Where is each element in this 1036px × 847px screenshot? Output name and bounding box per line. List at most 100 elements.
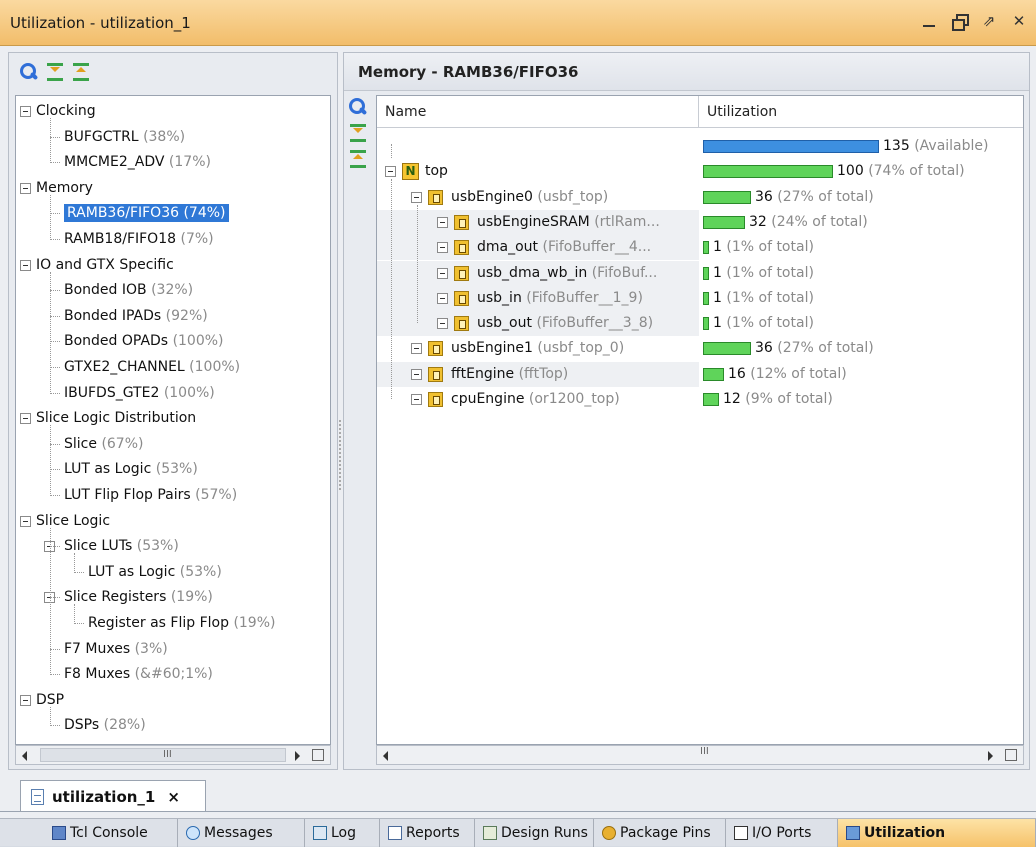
utilization-value: 36: [755, 340, 773, 357]
utilization-value: 12: [723, 391, 741, 407]
tree-item[interactable]: Bonded IPADs (92%): [64, 304, 208, 329]
tree-item[interactable]: Bonded OPADs (100%): [64, 329, 224, 354]
expand-toggle-icon[interactable]: [411, 343, 422, 355]
name-cell: usb_in (FifoBuffer__1_9): [377, 285, 699, 311]
scroll-right-arrow-icon[interactable]: [295, 751, 300, 761]
collapse-toggle-icon[interactable]: [20, 413, 31, 425]
tab-package-pins[interactable]: Package Pins: [594, 819, 726, 847]
collapse-toggle-icon[interactable]: [20, 182, 31, 194]
expand-toggle-icon[interactable]: [411, 191, 422, 203]
collapse-toggle-icon[interactable]: [20, 515, 31, 527]
corner-box-icon[interactable]: [1005, 749, 1017, 761]
tree-item[interactable]: Clocking: [36, 99, 96, 124]
tab-utilization[interactable]: Utilization: [838, 819, 1036, 847]
tree-item[interactable]: F7 Muxes (3%): [64, 637, 168, 662]
close-tab-icon[interactable]: ×: [167, 788, 180, 806]
table-row[interactable]: usb_out (FifoBuffer__3_8) 1 (1% of total): [377, 311, 1023, 337]
collapse-toggle-icon[interactable]: [20, 694, 31, 706]
right-horizontal-scrollbar[interactable]: III: [376, 745, 1024, 765]
expand-toggle-icon[interactable]: [411, 368, 422, 380]
tree-item[interactable]: RAMB36/FIFO36 (74%): [64, 201, 229, 226]
tree-item[interactable]: DSPs (28%): [64, 713, 146, 738]
top-module-icon: N: [402, 163, 419, 181]
tree-item[interactable]: LUT as Logic (53%): [64, 457, 198, 482]
tree-item[interactable]: Slice (67%): [64, 432, 143, 457]
corner-box-icon[interactable]: [312, 749, 324, 761]
expand-toggle-icon[interactable]: [411, 394, 422, 405]
restore-icon[interactable]: [950, 12, 969, 31]
name-cell: usb_out (FifoBuffer__3_8): [377, 311, 699, 337]
tree-connector: [50, 271, 51, 394]
tree-item[interactable]: BUFGCTRL (38%): [64, 125, 185, 150]
tree-item[interactable]: Bonded IOB (32%): [64, 278, 193, 303]
utilization-detail: (74% of total): [868, 163, 965, 180]
float-icon[interactable]: ⇗: [980, 12, 998, 30]
tab-design-runs[interactable]: Design Runs: [475, 819, 594, 847]
tree-item[interactable]: Slice Logic: [36, 509, 110, 534]
tree-connector: [74, 553, 75, 573]
tree-item[interactable]: IBUFDS_GTE2 (100%): [64, 381, 215, 406]
minimize-icon[interactable]: [920, 12, 938, 30]
tree-item[interactable]: LUT as Logic (53%): [88, 560, 222, 585]
tree-item[interactable]: Slice Logic Distribution: [36, 406, 196, 431]
column-header-utilization[interactable]: Utilization: [699, 96, 1023, 128]
tab-io-ports[interactable]: I/O Ports: [726, 819, 838, 847]
expand-toggle-icon[interactable]: [437, 318, 448, 330]
expand-toggle-icon[interactable]: [437, 216, 448, 228]
collapse-toggle-icon[interactable]: [20, 259, 31, 271]
utilization-detail: (1% of total): [726, 315, 814, 332]
table-row[interactable]: usbEngine0 (usbf_top) 36 (27% of total): [377, 185, 1023, 210]
table-row[interactable]: 135 (Available): [377, 134, 1023, 159]
table-row[interactable]: fftEngine (fftTop) 16 (12% of total): [377, 361, 1023, 387]
table-row[interactable]: usb_in (FifoBuffer__1_9) 1 (1% of total): [377, 285, 1023, 311]
table-row[interactable]: usbEngineSRAM (rtlRam... 32 (24% of total…: [377, 209, 1023, 235]
scroll-right-arrow-icon[interactable]: [988, 751, 993, 761]
scroll-thumb[interactable]: III: [40, 748, 286, 762]
module-icon: [454, 316, 469, 332]
tree-item[interactable]: LUT Flip Flop Pairs (57%): [64, 483, 237, 508]
tab-messages[interactable]: Messages: [178, 819, 305, 847]
collapse-toggle-icon[interactable]: [20, 106, 31, 117]
module-name: (or1200_top): [528, 391, 620, 407]
tree-item[interactable]: Memory: [36, 176, 93, 201]
tree-connector: [50, 527, 51, 676]
collapse-all-icon[interactable]: [45, 62, 65, 82]
expand-all-icon[interactable]: [71, 62, 91, 82]
tree-item[interactable]: IO and GTX Specific: [36, 253, 174, 278]
column-header-name[interactable]: Name: [377, 96, 699, 128]
tab-reports[interactable]: Reports: [380, 819, 475, 847]
expand-toggle-icon[interactable]: [385, 166, 396, 178]
expand-toggle-icon[interactable]: [437, 242, 448, 254]
tree-item[interactable]: GTXE2_CHANNEL (100%): [64, 355, 240, 380]
tree-item-label: GTXE2_CHANNEL: [64, 359, 185, 375]
scroll-left-arrow-icon[interactable]: [383, 751, 388, 761]
tree-item[interactable]: F8 Muxes (&#60;1%): [64, 662, 213, 687]
document-tab-utilization[interactable]: utilization_1 ×: [20, 780, 206, 812]
name-cell: usb_dma_wb_in (FifoBuf...: [377, 260, 699, 286]
expand-toggle-icon[interactable]: [437, 267, 448, 279]
tree-item[interactable]: Slice LUTs (53%): [64, 534, 179, 559]
search-icon[interactable]: [348, 97, 368, 117]
search-icon[interactable]: [19, 62, 39, 82]
left-horizontal-scrollbar[interactable]: III: [15, 745, 331, 765]
table-row[interactable]: dma_out (FifoBuffer__4... 1 (1% of total): [377, 235, 1023, 261]
tree-item[interactable]: Register as Flip Flop (19%): [88, 611, 275, 636]
tab-log[interactable]: Log: [305, 819, 380, 847]
tree-item[interactable]: MMCME2_ADV (17%): [64, 150, 211, 175]
category-tree[interactable]: Clocking BUFGCTRL (38%) MMCME2_ADV (17%) Me…: [15, 95, 331, 745]
table-row[interactable]: Ntop 100 (74% of total): [377, 159, 1023, 184]
table-row[interactable]: usb_dma_wb_in (FifoBuf... 1 (1% of total): [377, 260, 1023, 286]
name-cell: Ntop: [377, 159, 699, 184]
tree-item[interactable]: Slice Registers (19%): [64, 585, 213, 610]
table-row[interactable]: cpuEngine (or1200_top) 12 (9% of total): [377, 387, 1023, 412]
hierarchy-table[interactable]: Name Utilization 135 (Available) Ntop 100 …: [376, 95, 1024, 745]
table-row[interactable]: usbEngine1 (usbf_top_0) 36 (27% of total): [377, 336, 1023, 361]
close-icon[interactable]: ✕: [1010, 12, 1028, 30]
collapse-all-icon[interactable]: [348, 123, 368, 143]
scroll-left-arrow-icon[interactable]: [22, 751, 27, 761]
expand-toggle-icon[interactable]: [437, 292, 448, 304]
tab-tcl-console[interactable]: Tcl Console: [44, 819, 178, 847]
tree-item-label: LUT as Logic: [88, 563, 176, 580]
tree-item[interactable]: RAMB18/FIFO18 (7%): [64, 227, 214, 252]
expand-all-icon[interactable]: [348, 149, 368, 169]
